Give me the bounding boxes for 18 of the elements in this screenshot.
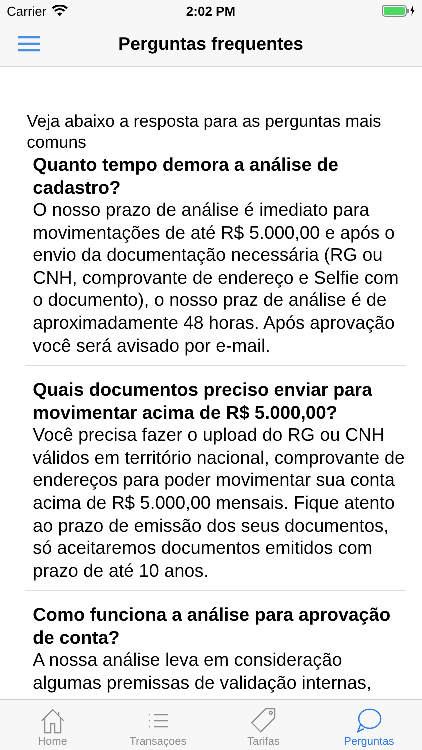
intro-text: Veja abaixo a resposta para as perguntas mais comuns bbox=[26, 111, 382, 153]
faq-answer: O nosso prazo de análise é imediato para movimentações de até R$ 5.000,00 e após o envio da documentação necessária (RG ou CNH, comprovante de endereço e Selfie com o documento), o nosso praz de análise é de aproximadamente 48 horas. Após aprovação você será avisado por e-mail. bbox=[33, 199, 400, 358]
faq-question: Quais documentos preciso enviar para movimentar acima de R$ 5.000,00? bbox=[33, 378, 374, 424]
battery-icon bbox=[382, 5, 416, 17]
tab[interactable]: Tarifas bbox=[211, 700, 316, 750]
tag-icon bbox=[250, 707, 278, 735]
tab[interactable]: Perguntas bbox=[316, 700, 422, 750]
tab[interactable]: Home bbox=[0, 700, 106, 750]
faq-question: Como funciona a análise para aprovação de conta? bbox=[33, 603, 392, 650]
faq-question: Quanto tempo demora a análise de cadastro? bbox=[33, 153, 340, 199]
carrier-name: Carrier bbox=[7, 4, 47, 18]
menu-icon[interactable] bbox=[17, 36, 41, 52]
page-title: Perguntas frequentes bbox=[118, 34, 304, 54]
faq-answer: A nossa análise leva em consideração algumas premissas de validação internas, bbox=[33, 649, 373, 694]
tab[interactable]: Transaçoes bbox=[106, 700, 211, 750]
status-time: 2:02 PM bbox=[186, 4, 236, 18]
faq-answer: Você precisa fazer o upload do RG ou CNH válidos em território nacional, comprovante de endereços para poder movimentar sua conta acima de R$ 5.000,00 mensais. Fique atento ao prazo de emissão dos seus documentos, só aceitaremos documentos emitidos com prazo de até 10 anos. bbox=[33, 424, 406, 582]
wifi-icon bbox=[52, 5, 68, 17]
